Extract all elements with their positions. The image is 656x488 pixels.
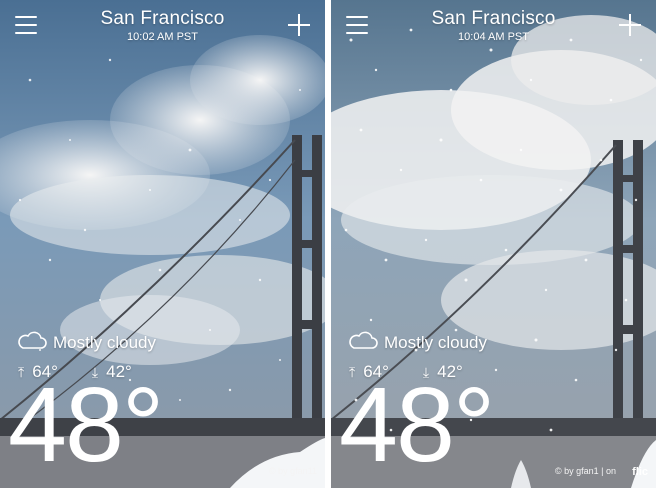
cloud-icon (15, 330, 47, 355)
flickr-logo: flic (632, 466, 648, 478)
local-time: 10:02 AM PST (127, 31, 198, 43)
current-temperature: 48° (8, 366, 164, 484)
condition-row: Mostly cloudy (346, 330, 487, 355)
condition-text: Mostly cloudy (53, 332, 156, 352)
photo-credit[interactable]: © by gfan1 | on (555, 466, 616, 476)
cloud-icon (346, 330, 378, 355)
current-temperature: 48° (339, 366, 495, 484)
condition-row: Mostly cloudy (15, 330, 156, 355)
weather-app-comparison: San Francisco 10:02 AM PST Mostly cloudy… (0, 0, 656, 488)
city-name: San Francisco (100, 8, 225, 29)
local-time: 10:04 AM PST (458, 31, 529, 43)
right-weather-screen: San Francisco 10:04 AM PST Mostly cloudy… (331, 0, 656, 488)
photo-credit[interactable]: © by gfan11 (269, 466, 317, 476)
left-weather-screen: San Francisco 10:02 AM PST Mostly cloudy… (0, 0, 325, 488)
condition-text: Mostly cloudy (384, 332, 487, 352)
city-name: San Francisco (431, 8, 556, 29)
